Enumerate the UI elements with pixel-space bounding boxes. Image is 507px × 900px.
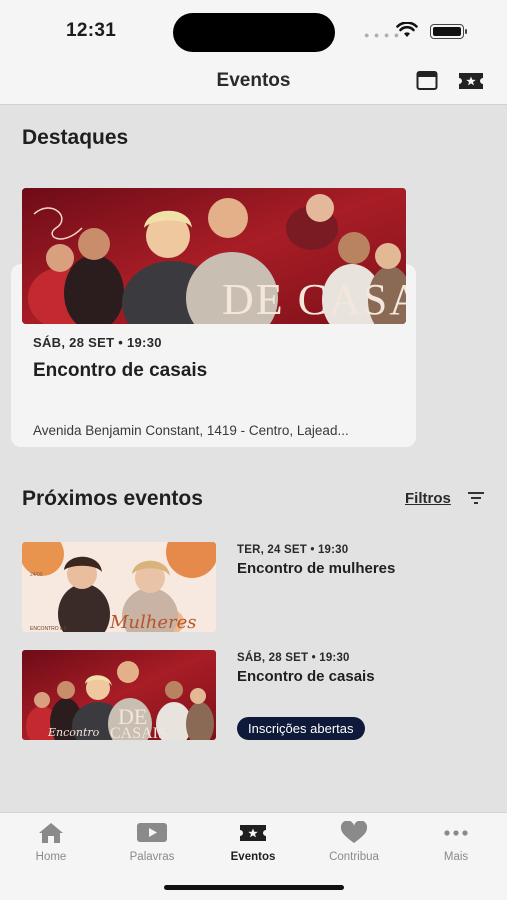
dynamic-island (173, 13, 335, 52)
tab-palavras[interactable]: Palavras (107, 821, 197, 863)
tab-label: Home (35, 851, 67, 863)
status-time: 12:31 (66, 20, 117, 41)
heart-icon (340, 821, 368, 843)
event-date: TER, 24 SET • 19:30 (237, 544, 349, 556)
status-bar: 12:31 ● ● ● ● (0, 0, 507, 60)
event-image-text: Mulheres (109, 612, 197, 632)
event-list-item[interactable]: DE Encontro CASAIS SÁB, 28 SET • 19:30 E… (22, 650, 492, 742)
battery-icon (430, 24, 467, 39)
event-date: SÁB, 28 SET • 19:30 (237, 652, 350, 664)
cellular-signal-icon: ● ● ● ● (364, 30, 401, 40)
featured-event-image[interactable]: DE CASAIS (22, 188, 406, 324)
tab-label: Palavras (129, 851, 175, 863)
event-list-item[interactable]: ENCONTRO DE Mulheres 24/09 TER, 24 SET •… (22, 542, 492, 634)
wifi-icon (396, 22, 418, 37)
ticket-icon[interactable] (458, 72, 484, 90)
featured-image-text: DE CASAIS (222, 275, 406, 324)
tab-contribua[interactable]: Contribua (309, 821, 399, 863)
tab-label: Eventos (230, 851, 276, 863)
event-thumbnail[interactable]: DE Encontro CASAIS (22, 650, 216, 740)
section-title-upcoming: Próximos eventos (22, 487, 203, 510)
featured-event-name[interactable]: Encontro de casais (33, 360, 207, 382)
event-image-caption: ENCONTRO DE (30, 626, 68, 632)
tab-label: Mais (443, 851, 469, 863)
tab-home[interactable]: Home (6, 821, 96, 863)
event-name[interactable]: Encontro de mulheres (237, 560, 395, 577)
event-name[interactable]: Encontro de casais (237, 668, 375, 685)
event-image-date: 24/09 (30, 572, 43, 578)
home-icon (39, 823, 63, 843)
tab-label: Contribua (329, 851, 379, 863)
video-play-icon (137, 823, 167, 842)
more-dots-icon (444, 830, 468, 836)
home-indicator (164, 885, 344, 890)
tab-eventos[interactable]: Eventos (208, 821, 298, 863)
event-image-caption: Encontro (47, 726, 100, 739)
tab-mais[interactable]: Mais (411, 821, 501, 863)
filter-icon[interactable] (468, 492, 484, 504)
featured-event-address: Avenida Benjamin Constant, 1419 - Centro… (33, 423, 349, 438)
event-image-text: CASAIS (110, 725, 167, 740)
featured-event-date: SÁB, 28 SET • 19:30 (33, 335, 162, 350)
section-title-highlights: Destaques (22, 126, 129, 149)
event-thumbnail[interactable]: ENCONTRO DE Mulheres 24/09 (22, 542, 216, 632)
filters-link[interactable]: Filtros (405, 490, 451, 507)
ticket-icon (240, 825, 266, 841)
calendar-icon[interactable] (416, 69, 438, 91)
registration-open-badge: Inscrições abertas (237, 717, 365, 740)
navigation-bar: Eventos (0, 60, 507, 105)
